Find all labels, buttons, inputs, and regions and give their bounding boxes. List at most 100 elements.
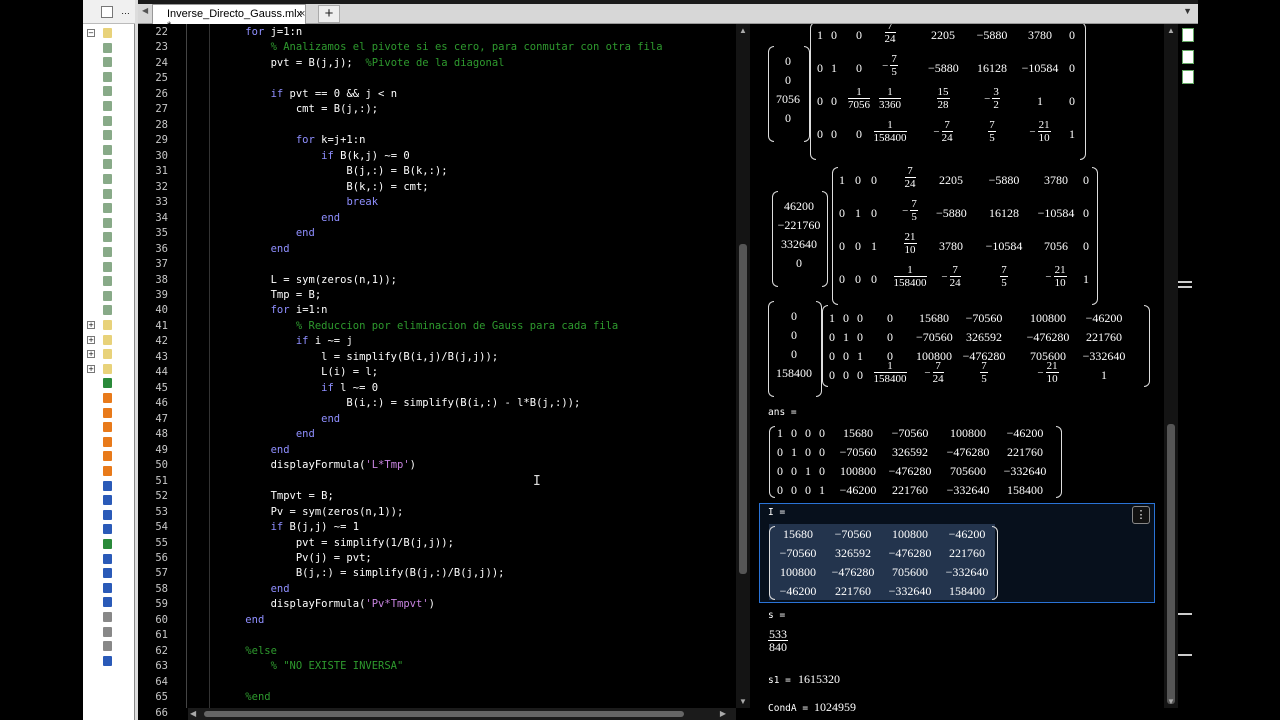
file-list-item[interactable]: 4... [83,435,140,449]
file-list-item[interactable] [83,187,135,201]
scroll-down-icon[interactable]: ▼ [1167,697,1175,706]
code-line[interactable]: %else [220,645,277,657]
code-line[interactable]: end [220,227,315,239]
code-line[interactable]: if l ~= 0 [220,382,378,394]
expand-icon[interactable]: + [87,335,95,344]
file-list-item[interactable] [83,157,135,171]
file-list-item[interactable] [83,172,135,186]
file-list-item[interactable]: n... [83,581,140,595]
file-list-item[interactable] [83,260,135,274]
file-list-item[interactable]: ... [83,552,135,566]
file-list-item[interactable]: b... [83,479,140,493]
file-list-item[interactable] [83,201,135,215]
collapse-icon[interactable]: − [87,29,95,37]
tab-close-icon[interactable]: × [299,8,305,20]
scroll-up-icon[interactable]: ▲ [739,26,747,35]
code-line[interactable]: pvt = B(j,j); %Pivote de la diagonal [220,57,505,69]
scroll-right-icon[interactable]: ▶ [720,709,726,718]
code-line[interactable]: displayFormula('L*Tmp') [220,459,416,471]
code-line[interactable]: Pv = sym(zeros(n,1)); [220,506,404,518]
tab-scroll-left-icon[interactable]: ◀ [142,6,148,15]
file-list-item[interactable]: q... [83,610,140,624]
file-list-item[interactable]: −0... [83,26,140,40]
expand-icon[interactable]: + [87,321,95,329]
file-list-item[interactable] [83,230,135,244]
editor-horizontal-scrollbar[interactable]: ◀ ▶ [188,708,736,720]
code-line[interactable]: B(j,:) = B(k,:); [220,165,447,177]
file-list-item[interactable]: r... [83,625,140,639]
code-line[interactable]: break [220,196,378,208]
code-line[interactable]: % "NO EXISTE INVERSA" [220,660,404,672]
vertical-scroll-thumb[interactable] [739,244,747,574]
output-inline-icon[interactable] [1182,28,1194,42]
code-line[interactable]: %end [220,691,270,703]
file-list-item[interactable] [83,84,135,98]
code-line[interactable]: Pv(j) = pvt; [220,552,372,564]
code-line[interactable]: displayFormula('Pv*Tmpvt') [220,598,435,610]
file-list-item[interactable]: +0... [83,318,140,332]
code-line[interactable]: if pvt == 0 && j < n [220,88,397,100]
file-list-item[interactable]: F... [83,522,140,536]
output-pane[interactable]: ⋮ 0 0 7056 0 1 0 0 7 24 2205 −5880 3780 0 0 1 0−7 5 −5880… [752,24,1164,720]
code-line[interactable]: L(i) = l; [220,366,378,378]
scroll-left-icon[interactable]: ◀ [190,709,196,718]
collapse-icon[interactable] [1178,613,1192,615]
file-list-item[interactable] [83,99,135,113]
code-line[interactable]: for i=1:n [220,304,328,316]
code-line[interactable]: end [220,243,290,255]
splitter-grip-icon[interactable] [1178,286,1192,288]
expand-icon[interactable]: + [87,350,95,359]
file-list-item[interactable]: 3... [83,420,140,434]
file-list-item[interactable] [83,216,135,230]
file-list-item[interactable]: +0... [83,347,140,361]
output-vertical-scrollbar[interactable]: ▲ ▼ [1164,24,1178,708]
code-line[interactable]: Tmp = B; [220,289,322,301]
code-line[interactable]: B(i,:) = simplify(B(i,:) - l*B(j,:)); [220,397,580,409]
code-line[interactable]: end [220,428,315,440]
code-line[interactable]: if B(j,j) ~= 1 [220,521,360,533]
file-list-item[interactable]: +0... [83,362,140,376]
code-line[interactable]: end [220,212,340,224]
file-list-item[interactable] [83,128,135,142]
splitter-grip-icon[interactable] [1178,281,1192,283]
file-list-item[interactable]: 1... [83,391,140,405]
code-line[interactable]: end [220,413,340,425]
code-line[interactable]: if i ~= j [220,335,353,347]
code-line[interactable]: for j=1:n [220,26,302,38]
code-line[interactable]: pvt = simplify(1/B(j,j)); [220,537,454,549]
file-list-item[interactable] [83,114,135,128]
code-line[interactable]: % Reduccion por eliminacion de Gauss par… [220,320,618,332]
file-list-item[interactable]: F... [83,508,140,522]
file-list-item[interactable] [83,289,135,303]
code-line[interactable]: % Analizamos el pivote si es cero, para … [220,41,663,53]
file-list-item[interactable]: +0... [83,333,140,347]
file-list-item[interactable] [83,70,135,84]
collapse-icon[interactable] [1178,654,1192,656]
code-line[interactable]: L = sym(zeros(n,1)); [220,274,397,286]
code-line[interactable]: cmt = B(j,:); [220,103,378,115]
hide-output-icon[interactable] [1182,70,1194,84]
file-list-item[interactable] [83,274,135,288]
file-list-item[interactable] [83,41,135,55]
file-list-item[interactable]: p... [83,595,140,609]
code-line[interactable]: end [220,614,264,626]
file-list-item[interactable] [83,245,135,259]
output-scroll-thumb[interactable] [1167,424,1175,704]
file-list-item[interactable]: s... [83,654,140,668]
file-list-item[interactable] [83,303,135,317]
file-list-item[interactable]: 6... [83,464,140,478]
more-icon[interactable]: … [121,6,130,16]
code-line[interactable]: if B(k,j) ~= 0 [220,150,410,162]
file-list-item[interactable]: ... [83,566,135,580]
code-line[interactable]: B(j,:) = simplify(B(j,:)/B(j,j)); [220,567,505,579]
file-list-item[interactable] [83,143,135,157]
tab-menu-icon[interactable]: ▼ [1183,6,1192,16]
file-list-item[interactable]: ... [83,493,135,507]
code-line[interactable]: Tmpvt = B; [220,490,334,502]
file-list-item[interactable]: ... [83,537,135,551]
code-line[interactable]: l = simplify(B(i,j)/B(j,j)); [220,351,498,363]
code-line[interactable]: end [220,583,290,595]
file-list-item[interactable]: 2... [83,406,140,420]
code-line[interactable]: for k=j+1:n [220,134,366,146]
file-list-item[interactable]: R... [83,639,140,653]
